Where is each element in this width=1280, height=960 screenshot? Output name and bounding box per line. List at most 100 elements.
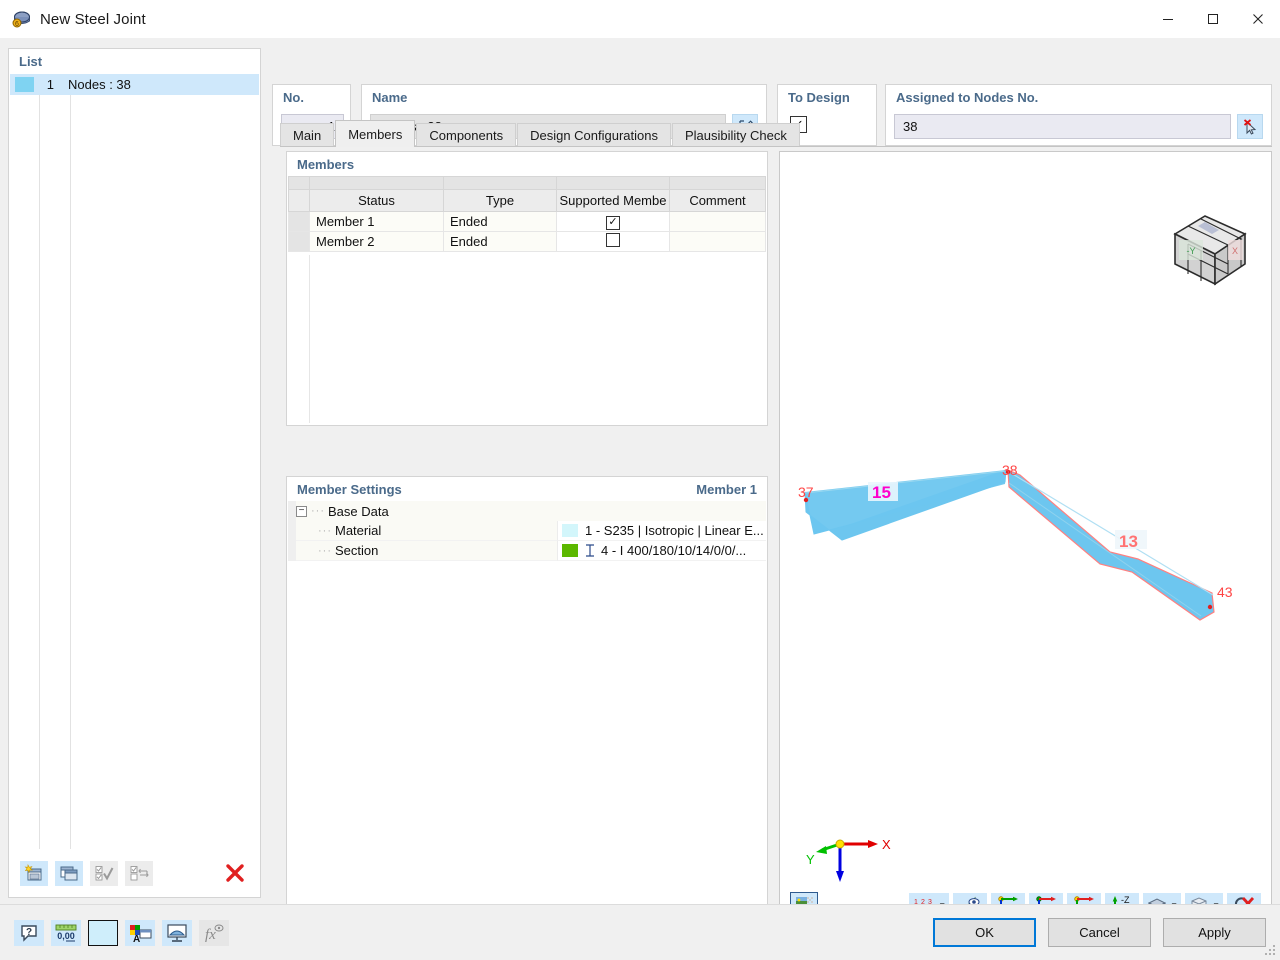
cell-type-1[interactable]: Ended — [443, 211, 557, 232]
table-row[interactable]: Member 1 Ended ✓ — [288, 211, 766, 232]
list-item-color-swatch — [15, 77, 34, 92]
name-caption: Name — [372, 90, 408, 105]
display-properties-icon: A — [130, 924, 152, 943]
node-43-marker — [1207, 604, 1213, 610]
copy-item-button[interactable] — [55, 860, 83, 886]
topband-comment — [669, 176, 766, 190]
list-column-separator-2 — [70, 95, 71, 849]
property-value-section: 4 - I 400/180/10/14/0/0/... — [601, 543, 747, 558]
I-section-icon — [585, 544, 595, 557]
view-settings-button[interactable] — [162, 919, 192, 946]
tree-empty-area[interactable] — [288, 561, 766, 924]
structural-model[interactable]: 37 38 43 15 13 — [780, 152, 1271, 885]
view-settings-icon — [167, 923, 187, 942]
dialog-bottom-bar: ? 0,00 A fx OK Cancel Apply — [0, 904, 1280, 960]
member-settings-target: Member 1 — [696, 482, 757, 497]
cell-status-1[interactable]: Member 1 — [309, 211, 444, 232]
list-item[interactable]: 1 Nodes : 38 — [10, 74, 259, 95]
cell-comment-2[interactable] — [669, 231, 766, 252]
cell-supported-1[interactable]: ✓ — [556, 211, 670, 232]
row-header-2[interactable] — [288, 231, 310, 252]
steel-joint-icon: 6 — [10, 8, 32, 30]
to-design-caption: To Design — [788, 90, 850, 105]
minimize-button[interactable] — [1145, 0, 1190, 38]
node-label-37: 37 — [798, 484, 814, 500]
maximize-button[interactable] — [1190, 0, 1235, 38]
property-value-material: 1 - S235 | Isotropic | Linear E... — [585, 523, 764, 538]
cell-supported-2[interactable] — [556, 231, 670, 252]
cell-comment-1[interactable] — [669, 211, 766, 232]
property-label-section: Section — [335, 543, 379, 558]
number-caption: No. — [283, 90, 304, 105]
members-table-header: Status Type Supported Membe Comment — [288, 189, 766, 212]
tree-row-section[interactable]: ··· Section 4 - I 400/180/10/14/0/0/... — [288, 541, 766, 561]
collapse-expander-icon[interactable]: − — [296, 505, 307, 517]
cell-type-2[interactable]: Ended — [443, 231, 557, 252]
column-header-supported-member[interactable]: Supported Membe — [556, 189, 670, 212]
display-properties-button[interactable]: A — [125, 919, 155, 946]
table-row[interactable]: Member 2 Ended — [288, 231, 766, 252]
column-header-status[interactable]: Status — [309, 189, 444, 212]
tab-main[interactable]: Main — [280, 123, 335, 147]
member-label-13: 13 — [1119, 532, 1138, 551]
color-button[interactable] — [88, 919, 118, 946]
column-header-comment[interactable]: Comment — [669, 189, 766, 212]
column-header-type[interactable]: Type — [443, 189, 557, 212]
cell-status-2[interactable]: Member 2 — [309, 231, 444, 252]
row-header-1[interactable] — [288, 211, 310, 232]
tree-line: ··· — [318, 524, 332, 537]
list-body[interactable]: 1 Nodes : 38 — [10, 74, 259, 849]
svg-text:0,00: 0,00 — [57, 931, 75, 941]
tab-components[interactable]: Components — [416, 123, 517, 147]
svg-text:fx: fx — [205, 927, 216, 943]
material-color-swatch — [562, 524, 578, 537]
dialog-client-area: List 1 Nodes : 38 No. Name To Design Ass… — [0, 38, 1280, 960]
apply-button[interactable]: Apply — [1163, 918, 1266, 947]
property-label-material: Material — [335, 523, 382, 538]
members-group: Members Status Type Supported Membe Comm… — [286, 151, 768, 426]
assigned-nodes-caption: Assigned to Nodes No. — [896, 90, 1039, 105]
tab-members[interactable]: Members — [335, 120, 416, 147]
member-settings-tree[interactable]: − ··· Base Data ··· Material 1 - S235 | … — [288, 501, 766, 924]
units-button[interactable]: 0,00 — [51, 919, 81, 946]
members-grid[interactable]: Status Type Supported Membe Comment Memb… — [288, 176, 766, 424]
delete-item-button[interactable] — [221, 861, 249, 886]
tab-design-configurations[interactable]: Design Configurations — [517, 123, 671, 147]
node-label-38: 38 — [1002, 462, 1018, 478]
members-grid-empty-area[interactable] — [289, 255, 765, 423]
property-name-cell: ··· Material — [288, 521, 558, 541]
tab-plausibility-check[interactable]: Plausibility Check — [672, 123, 800, 147]
tree-row-material[interactable]: ··· Material 1 - S235 | Isotropic | Line… — [288, 521, 766, 541]
topband-supported — [556, 176, 670, 190]
members-table-topband — [288, 176, 766, 190]
tree-line: ··· — [311, 505, 325, 517]
viewport-canvas[interactable]: -Y X 37 38 43 15 13 X Y Z — [780, 152, 1271, 885]
model-viewport[interactable]: -Y X 37 38 43 15 13 X Y Z 1 2 3 -Z — [779, 151, 1272, 926]
axis-label-y: Y — [806, 852, 815, 867]
resize-grip[interactable] — [1265, 945, 1277, 957]
window-title: New Steel Joint — [40, 10, 146, 28]
axis-label-x: X — [882, 837, 891, 852]
supported-checkbox-checked[interactable]: ✓ — [606, 215, 620, 230]
invert-check-button — [125, 860, 153, 886]
coordinate-axes-gizmo: X Y Z — [806, 837, 891, 882]
property-value-cell-section[interactable]: 4 - I 400/180/10/14/0/0/... — [558, 541, 766, 561]
member-settings-group: Member Settings Member 1 − ··· Base Data… — [286, 476, 768, 926]
list-panel: List 1 Nodes : 38 — [8, 48, 261, 898]
list-toolbar — [10, 850, 259, 896]
expander-glyph: − — [298, 505, 305, 516]
close-button[interactable] — [1235, 0, 1280, 38]
property-value-cell-material[interactable]: 1 - S235 | Isotropic | Linear E... — [558, 521, 766, 541]
fx-icon: fx — [205, 924, 224, 943]
tree-group-base-data[interactable]: − ··· Base Data — [288, 501, 766, 521]
dialog-buttons: OK Cancel Apply — [933, 918, 1266, 947]
help-button[interactable]: ? — [14, 919, 44, 946]
list-item-number: 1 — [46, 77, 54, 92]
list-item-label: Nodes : 38 — [68, 77, 131, 92]
cancel-button[interactable]: Cancel — [1048, 918, 1151, 947]
tab-strip: Main Members Components Design Configura… — [280, 120, 1272, 147]
supported-checkbox-unchecked[interactable] — [606, 233, 620, 247]
ok-button[interactable]: OK — [933, 918, 1036, 947]
new-item-button[interactable] — [20, 860, 48, 886]
check-glyph: ✓ — [608, 216, 618, 229]
